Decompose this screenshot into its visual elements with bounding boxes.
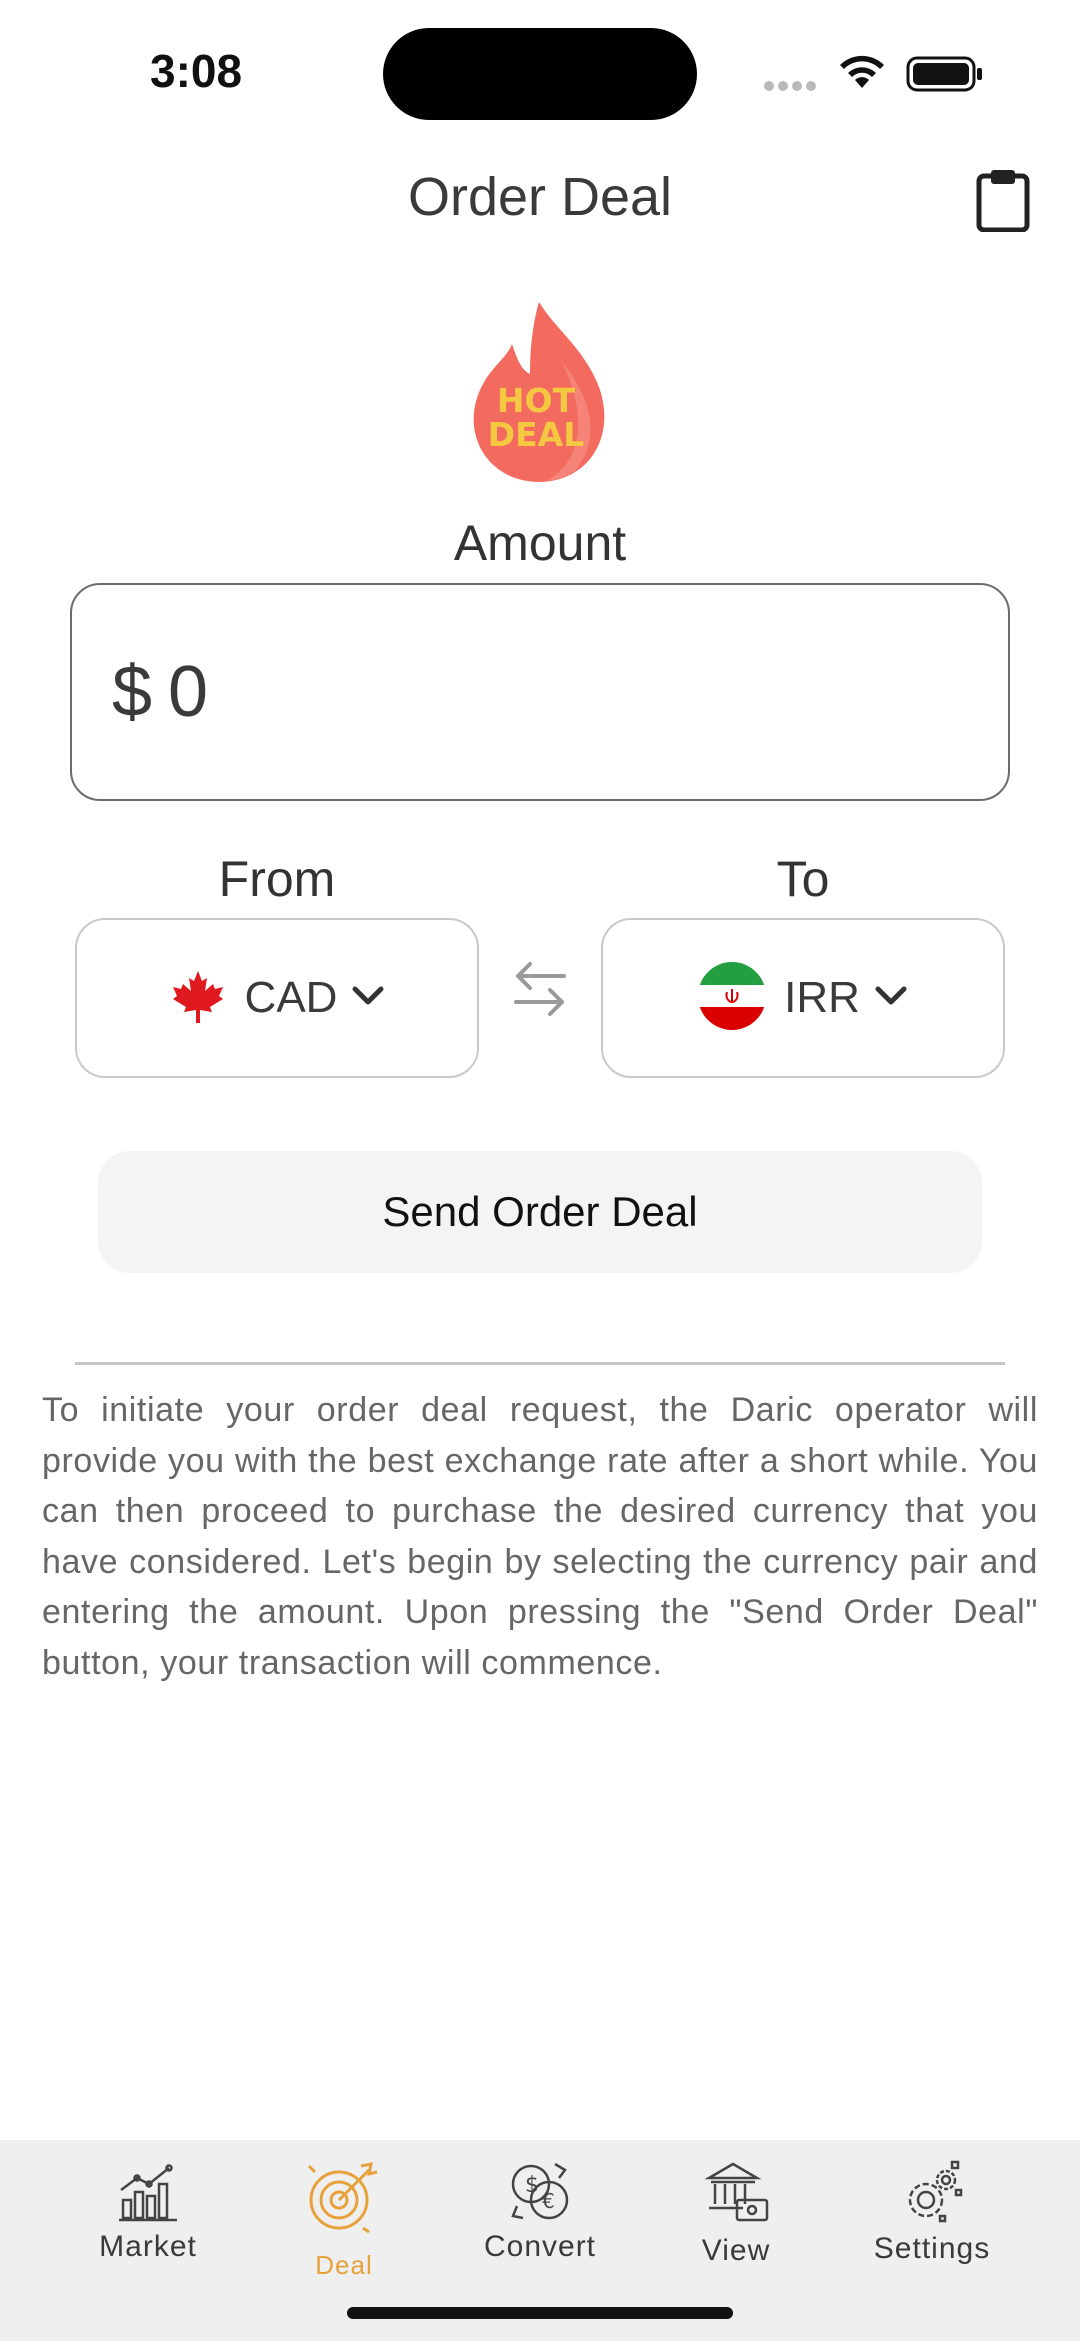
convert-currency-icon: $ €	[511, 2162, 569, 2220]
instructions-text: To initiate your order deal request, the…	[42, 1391, 1038, 1682]
tab-label: View	[701, 2234, 771, 2267]
tab-label: Convert	[483, 2230, 597, 2263]
cellular-signal-icon	[764, 78, 820, 96]
tab-label: Settings	[873, 2232, 991, 2265]
wifi-icon	[836, 52, 888, 97]
amount-value[interactable]: 0	[168, 651, 208, 733]
dynamic-island	[383, 28, 697, 120]
clipboard-icon[interactable]	[975, 168, 1031, 237]
tab-label: Deal	[315, 2250, 373, 2280]
swap-arrows-icon[interactable]	[514, 958, 566, 1025]
page-title: Order Deal	[407, 167, 673, 227]
settings-gears-icon	[908, 2160, 963, 2223]
tab-view[interactable]: View	[651, 2160, 821, 2268]
divider	[75, 1362, 1005, 1365]
tab-label: Market	[99, 2230, 197, 2263]
to-currency-code: IRR	[784, 973, 860, 1022]
iran-flag-icon	[698, 961, 767, 1035]
svg-text:$: $	[525, 2173, 539, 2198]
tab-deal[interactable]: Deal	[259, 2160, 429, 2281]
amount-label: Amount	[453, 515, 627, 571]
to-label: To	[776, 851, 830, 907]
to-currency-select[interactable]: IRR	[601, 918, 1005, 1078]
market-chart-icon	[119, 2164, 177, 2222]
deal-target-icon	[307, 2162, 378, 2234]
chevron-down-icon	[874, 985, 908, 1012]
svg-text:€: €	[542, 2189, 555, 2213]
tab-convert[interactable]: $ € Convert	[455, 2160, 625, 2264]
send-order-deal-button[interactable]: Send Order Deal	[98, 1151, 982, 1273]
currency-symbol: $	[112, 652, 153, 732]
battery-icon	[906, 54, 986, 99]
amount-input[interactable]: $ 0	[70, 583, 1010, 801]
canada-flag-icon	[169, 967, 227, 1030]
bank-view-icon	[704, 2162, 769, 2222]
tab-market[interactable]: Market	[63, 2160, 233, 2264]
tab-settings[interactable]: Settings	[847, 2160, 1017, 2266]
hot-deal-flame-icon: HOT DEAL	[466, 300, 612, 489]
home-indicator[interactable]	[347, 2307, 733, 2319]
from-currency-code: CAD	[244, 973, 338, 1022]
chevron-down-icon	[351, 985, 385, 1012]
order-deal-screen: 3:08 Order Deal HOT DEAL Amount $ 0 From…	[0, 0, 1080, 2341]
status-time: 3:08	[150, 45, 243, 97]
from-currency-select[interactable]: CAD	[75, 918, 479, 1078]
deal-text: DEAL	[488, 415, 585, 454]
from-label: From	[218, 851, 336, 907]
